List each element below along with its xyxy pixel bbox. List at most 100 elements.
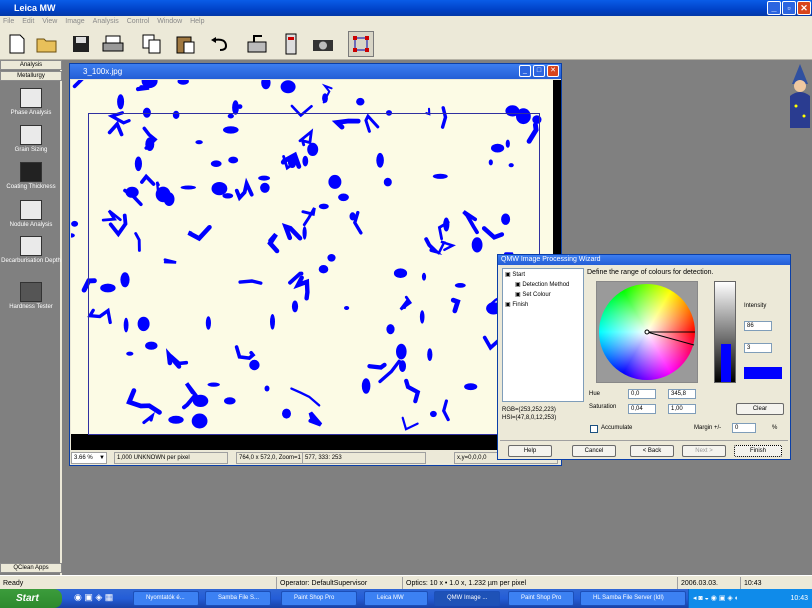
calibration-readout: 1,000 UNKNOWN per pixel	[114, 452, 228, 464]
nodule-analysis-icon	[20, 200, 42, 220]
paste-icon[interactable]	[173, 31, 199, 57]
image-status-row: 3.66 % ▼ 1,000 UNKNOWN per pixel 764,0 x …	[70, 451, 561, 465]
image-close-button[interactable]: ✕	[547, 65, 559, 77]
step-set-colour[interactable]: ▣ Set Colour	[515, 291, 551, 298]
micrograph-image[interactable]	[71, 80, 561, 450]
status-operator: Operator: DefaultSupervisor	[276, 577, 367, 589]
decarburisation-depth-item[interactable]: Decarburisation Depth	[0, 236, 62, 264]
taskbar: Start ◉ ▣ ◈ ▦ Nyomtatók é... Samba File …	[0, 589, 812, 608]
assistant-mascot[interactable]	[788, 62, 812, 130]
task-nyomtatok[interactable]: Nyomtatók é...	[133, 591, 199, 606]
saturation-label: Saturation	[589, 404, 617, 410]
save-icon[interactable]	[68, 31, 94, 57]
open-icon[interactable]	[34, 31, 60, 57]
image-window: 3_100x.jpg _ □ ✕ 3.66 % ▼ 1,000 UNKNOWN p…	[69, 63, 562, 466]
task-paint-shop-pro[interactable]: Paint Shop Pro	[281, 591, 357, 606]
image-processing-wizard: QMW Image Processing Wizard ▣ Start ▣ De…	[497, 254, 791, 460]
menu-control[interactable]: Control	[127, 18, 150, 25]
menu-bar: File Edit View Image Analysis Control Wi…	[0, 16, 812, 28]
detected-particle	[71, 233, 75, 238]
accumulate-checkbox[interactable]	[590, 425, 598, 433]
hue-label: Hue	[589, 391, 601, 397]
saturation-max-field[interactable]: 1,00	[668, 404, 696, 414]
image-window-title: 3_100x.jpg	[83, 67, 123, 76]
menu-window[interactable]: Window	[157, 18, 182, 25]
intensity-gradient[interactable]	[714, 281, 736, 383]
help-button[interactable]: Help	[508, 445, 552, 457]
menu-view[interactable]: View	[42, 18, 57, 25]
chevron-down-icon: ▼	[99, 455, 105, 461]
task-samba-server[interactable]: HL Samba File Server (Idl)	[580, 591, 686, 606]
accumulate-label: Accumulate	[601, 425, 633, 431]
phase-analysis-icon	[20, 88, 42, 108]
minimize-button[interactable]: _	[767, 1, 781, 15]
intensity-min-field[interactable]: 3	[744, 343, 772, 353]
phase-analysis-item[interactable]: Phase Analysis	[0, 88, 62, 116]
hsi-readout: HSI=(47,8,0,12,253)	[502, 415, 557, 421]
hardness-tester-item[interactable]: Hardness Tester	[0, 282, 62, 310]
detected-particle	[71, 220, 79, 227]
detected-particle	[135, 85, 150, 92]
task-paint-shop-pro-2[interactable]: Paint Shop Pro	[508, 591, 574, 606]
intensity-label: Intensity	[744, 303, 767, 309]
new-icon[interactable]	[4, 31, 30, 57]
step-finish[interactable]: ▣ Finish	[505, 301, 528, 308]
close-button[interactable]: ✕	[797, 1, 811, 15]
select-icon[interactable]	[348, 31, 374, 57]
step-start[interactable]: ▣ Start	[505, 271, 525, 278]
undo-icon[interactable]	[207, 31, 233, 57]
hue-max-field[interactable]: 345,8	[668, 389, 696, 399]
cancel-button[interactable]: Cancel	[572, 445, 616, 457]
tab-qclean-apps[interactable]: QClean Apps	[0, 563, 62, 573]
status-bar: Ready Operator: DefaultSupervisor Optics…	[0, 575, 812, 589]
saturation-min-field[interactable]: 0,04	[628, 404, 656, 414]
taskbar-clock: 10:43	[790, 595, 808, 602]
rgb-readout: RGB=(253,252,223)	[502, 407, 556, 413]
calibrate-icon[interactable]	[278, 31, 304, 57]
menu-help[interactable]: Help	[190, 18, 204, 25]
nodule-analysis-item[interactable]: Nodule Analysis	[0, 200, 62, 228]
intensity-max-field[interactable]: 86	[744, 321, 772, 331]
system-tray: ◂ ◙ ◒ ◉ ▣ ◈ ◐ 10:43	[688, 589, 812, 608]
task-samba-file[interactable]: Samba File S...	[205, 591, 271, 606]
step-detection-method[interactable]: ▣ Detection Method	[515, 281, 569, 288]
copy-icon[interactable]	[139, 31, 165, 57]
coating-thickness-item[interactable]: Coating Thickness	[0, 162, 62, 190]
menu-image[interactable]: Image	[65, 18, 84, 25]
status-time: 10:43	[740, 577, 762, 589]
task-qmw-image[interactable]: QMW Image ...	[434, 591, 500, 606]
tab-analysis[interactable]: Analysis	[0, 60, 62, 70]
finish-button[interactable]: Finish	[734, 445, 782, 457]
detected-particle	[72, 80, 84, 89]
task-leica-mw[interactable]: Leica MW	[364, 591, 428, 606]
start-button[interactable]: Start	[0, 589, 62, 608]
clear-button[interactable]: Clear	[736, 403, 784, 415]
camera-icon[interactable]	[310, 31, 336, 57]
grain-sizing-item[interactable]: Grain Sizing	[0, 125, 62, 153]
restore-button[interactable]: ▫	[782, 1, 796, 15]
detected-particle	[237, 104, 243, 109]
app-titlebar: Leica MW _ ▫ ✕	[0, 0, 812, 16]
quick-launch[interactable]: ◉ ▣ ◈ ▦	[74, 592, 124, 605]
menu-analysis[interactable]: Analysis	[93, 18, 119, 25]
image-maximize-button[interactable]: □	[533, 65, 545, 77]
measurement-frame[interactable]	[88, 113, 540, 435]
hue-range-lines	[644, 329, 695, 346]
tab-metallurgy[interactable]: Metallurgy	[0, 71, 62, 81]
menu-file[interactable]: File	[3, 18, 14, 25]
tray-icons[interactable]: ◂ ◙ ◒ ◉ ▣ ◈ ◐	[693, 589, 739, 608]
menu-edit[interactable]: Edit	[22, 18, 34, 25]
margin-field[interactable]: 0	[732, 423, 756, 433]
print-icon[interactable]	[100, 31, 126, 57]
zoom-select[interactable]: 3.66 % ▼	[71, 452, 107, 464]
status-optics: Optics: 10 x • 1.0 x, 1.232 µm per pixel	[402, 577, 526, 589]
colour-wheel[interactable]	[599, 284, 695, 380]
back-button[interactable]: < Back	[630, 445, 674, 457]
image-window-titlebar: 3_100x.jpg _ □ ✕	[70, 64, 561, 79]
acquire-icon[interactable]	[244, 31, 270, 57]
wizard-title: QMW Image Processing Wizard	[498, 255, 790, 265]
detected-particle	[261, 80, 271, 90]
next-button[interactable]: Next >	[682, 445, 726, 457]
image-minimize-button[interactable]: _	[519, 65, 531, 77]
hue-min-field[interactable]: 0,0	[628, 389, 656, 399]
